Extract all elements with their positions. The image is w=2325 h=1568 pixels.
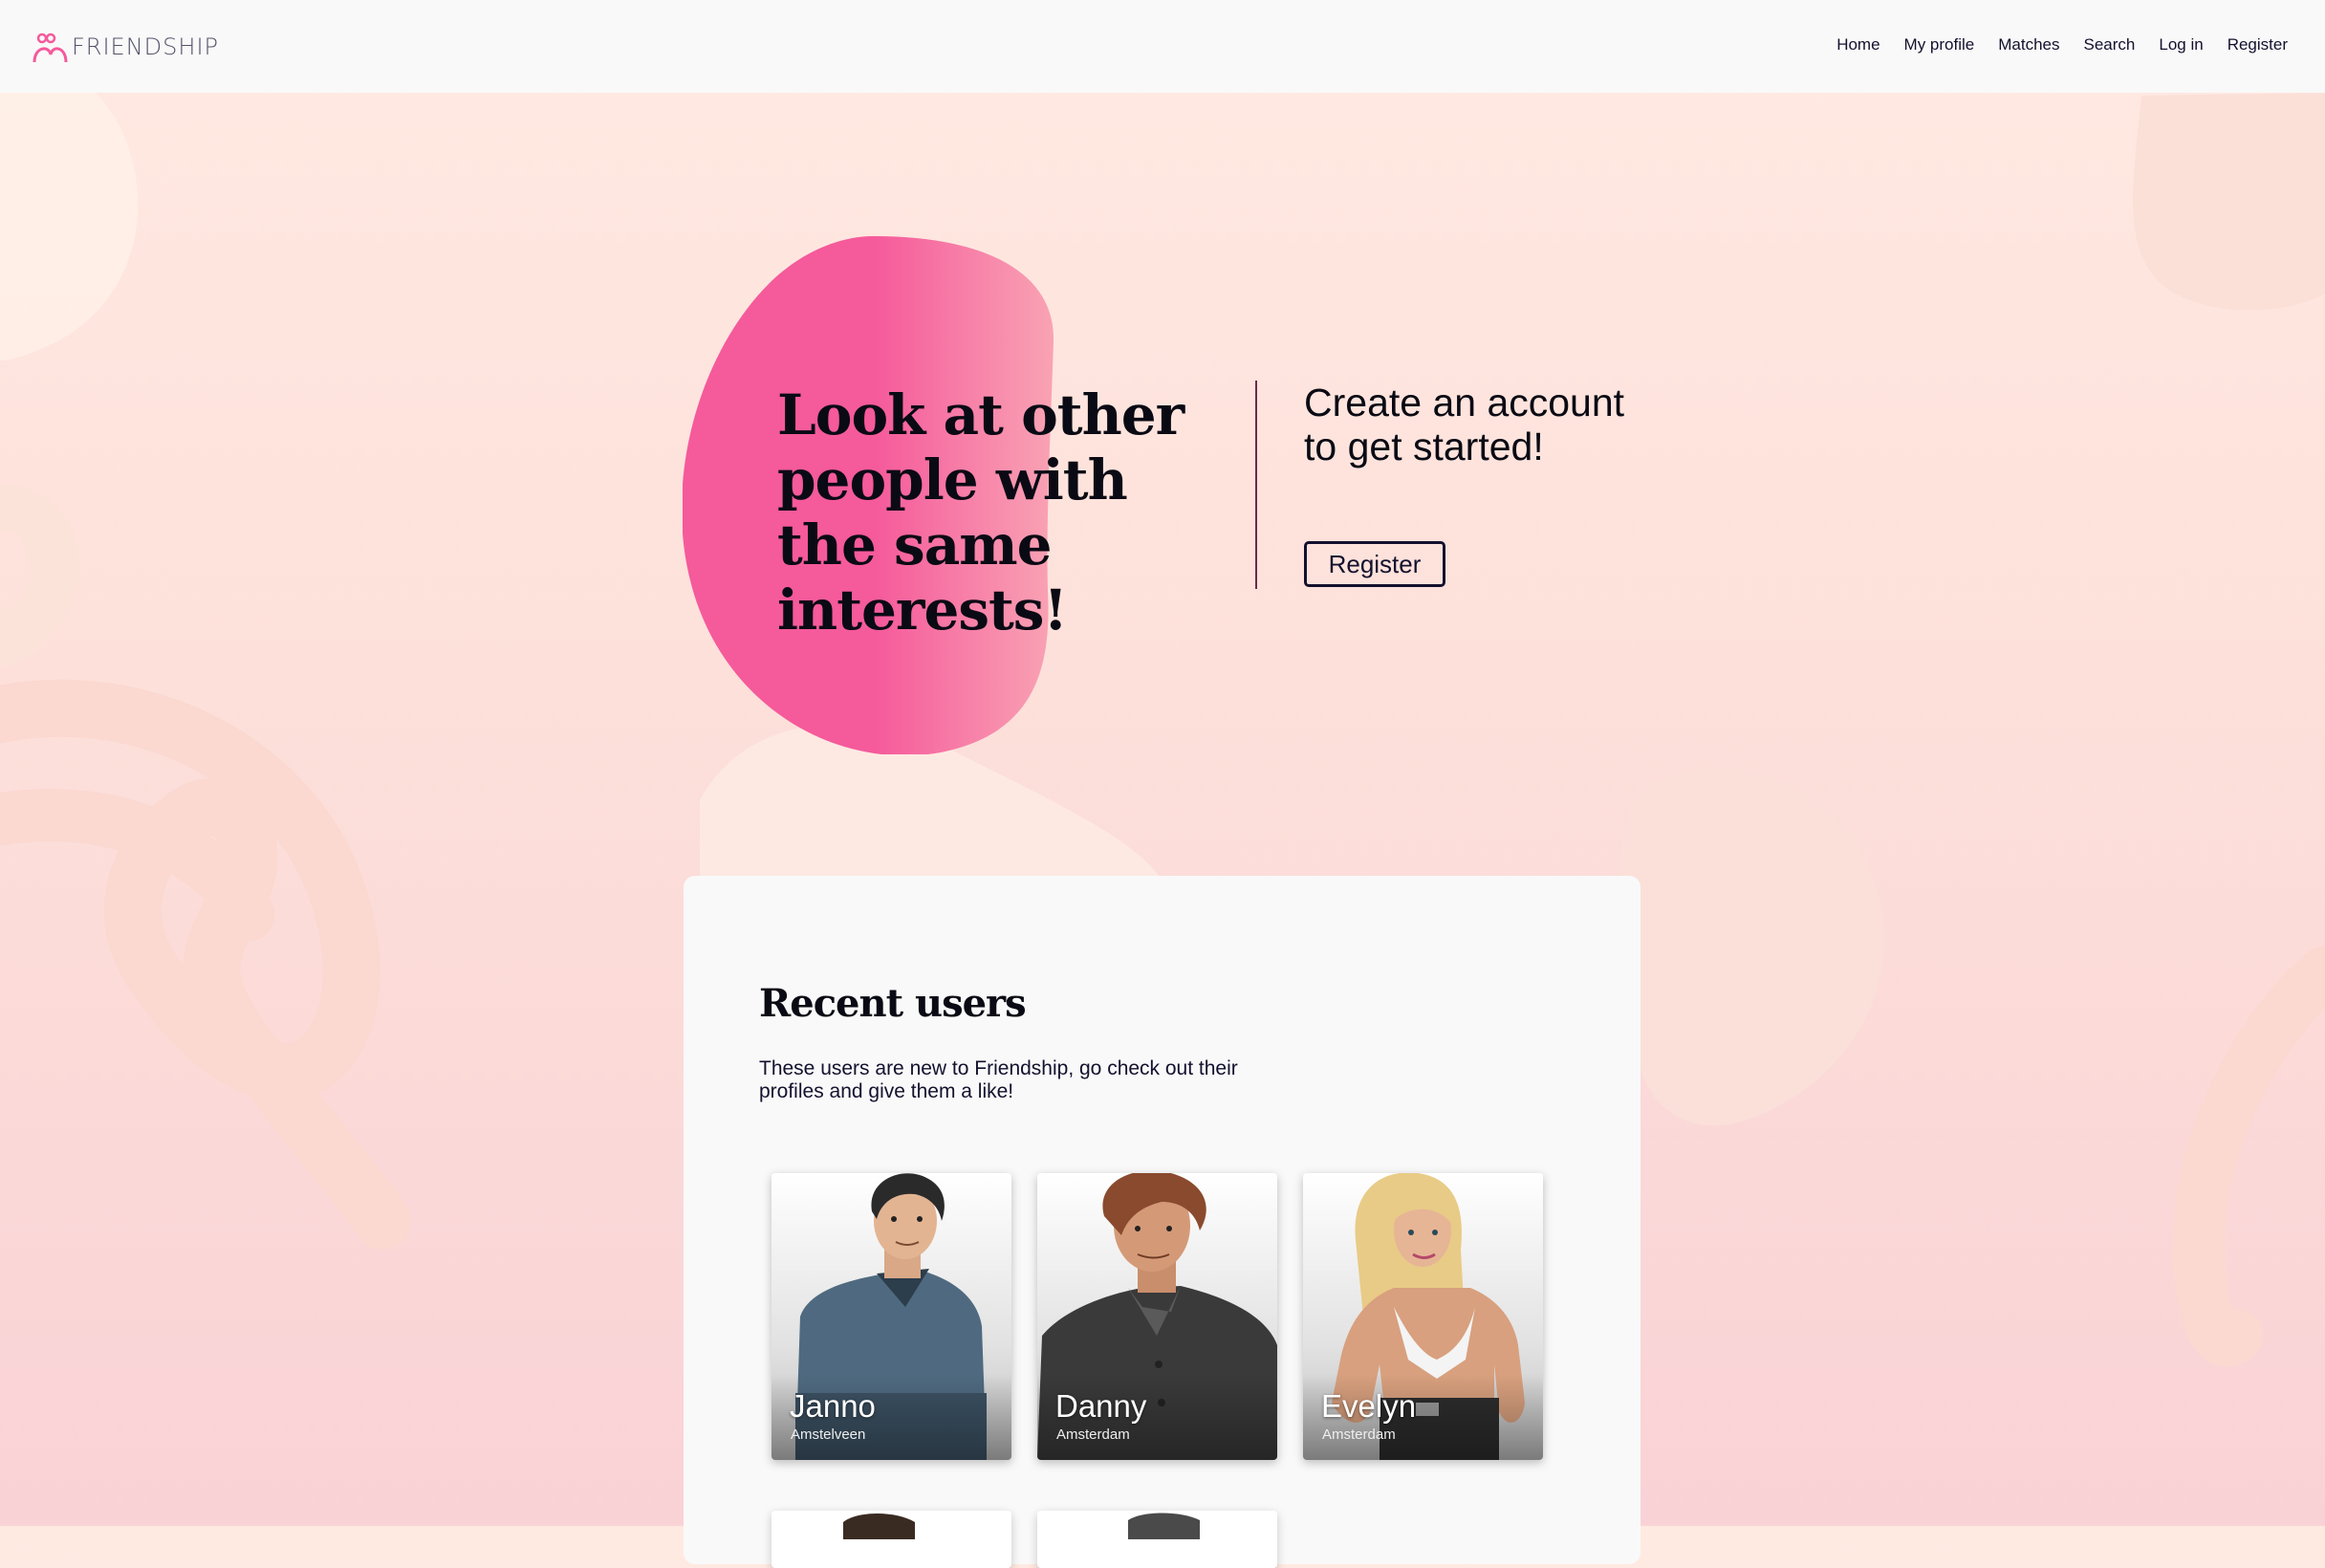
nav-matches[interactable]: Matches [1998,35,2059,54]
user-city: Amsterdam [1322,1426,1396,1443]
partial-avatar-icon [1128,1513,1200,1539]
user-name: Evelyn [1321,1388,1417,1424]
cta-text: Create an account to get started! [1304,381,1625,468]
nav-menu: Home My profile Matches Search Log in Re… [1813,35,2288,54]
user-city: Amstelveen [791,1426,866,1443]
friendship-logo-icon [33,33,68,63]
nav-log-in[interactable]: Log in [2159,35,2203,54]
user-card-danny[interactable]: Danny Amsterdam [1037,1173,1277,1460]
user-name: Danny [1055,1388,1147,1424]
nav-search[interactable]: Search [2083,35,2135,54]
user-card-evelyn[interactable]: Evelyn Amsterdam [1303,1173,1543,1460]
navbar: FRIENDSHIP Home My profile Matches Searc… [0,0,2325,93]
hero-divider [1255,381,1257,589]
recent-users-description: These users are new to Friendship, go ch… [759,1057,1238,1102]
recent-users-title: Recent users [759,981,1027,1026]
partial-avatar-icon [843,1514,915,1539]
brand-name: FRIENDSHIP [72,33,219,60]
brand-logo[interactable]: FRIENDSHIP [32,28,219,66]
nav-my-profile[interactable]: My profile [1904,35,1975,54]
register-button[interactable]: Register [1304,541,1445,587]
user-card-partial-1[interactable] [771,1511,1011,1568]
nav-home[interactable]: Home [1836,35,1880,54]
nav-register[interactable]: Register [2227,35,2288,54]
user-city: Amsterdam [1056,1426,1130,1443]
user-name: Janno [790,1388,876,1424]
hero-title: Look at other people with the same inter… [777,382,1184,642]
user-card-janno[interactable]: Janno Amstelveen [771,1173,1011,1460]
recent-users-panel: Recent users These users are new to Frie… [684,876,1641,1568]
user-card-partial-2[interactable] [1037,1511,1277,1568]
